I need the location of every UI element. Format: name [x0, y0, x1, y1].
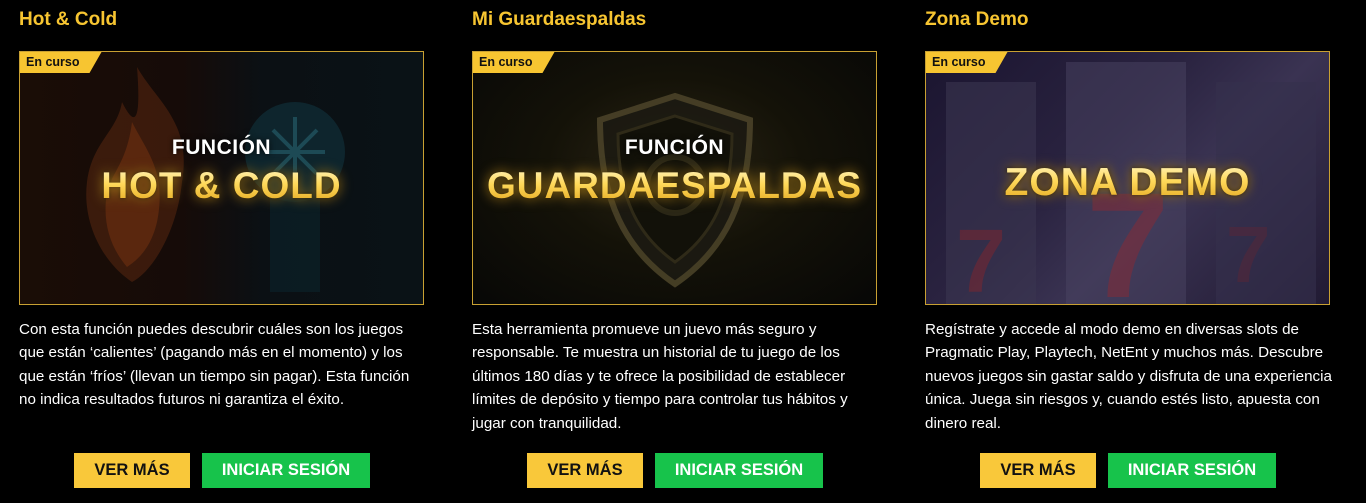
promo-banner[interactable]: 7 7 7 En curso ZONA DEMO [925, 51, 1330, 305]
promo-card-guardaespaldas: Mi Guardaespaldas En curso FUNCIÓN GUARD… [472, 0, 877, 503]
banner-title: ZONA DEMO [926, 161, 1329, 205]
iniciar-sesion-button[interactable]: INICIAR SESIÓN [202, 453, 370, 488]
banner-subtitle: FUNCIÓN [624, 136, 725, 159]
promo-banner[interactable]: En curso FUNCIÓN HOT & COLD [19, 51, 424, 305]
promo-banner[interactable]: En curso FUNCIÓN GUARDAESPALDAS [472, 51, 877, 305]
promo-card-hot-cold: Hot & Cold En curso FUNCIÓN HOT & COLD C… [19, 0, 424, 503]
card-description: Regístrate y accede al modo demo en dive… [925, 321, 1332, 432]
banner-title: HOT & COLD [20, 165, 423, 207]
iniciar-sesion-button[interactable]: INICIAR SESIÓN [655, 453, 823, 488]
iniciar-sesion-button[interactable]: INICIAR SESIÓN [1108, 453, 1276, 488]
svg-text:7: 7 [956, 212, 1006, 305]
banner-title: GUARDAESPALDAS [473, 165, 876, 207]
card-description: Con esta función puedes descubrir cuáles… [19, 321, 410, 409]
card-title: Mi Guardaespaldas [472, 9, 647, 30]
ver-mas-button[interactable]: VER MÁS [980, 453, 1096, 488]
status-badge: En curso [20, 52, 102, 73]
promo-card-zona-demo: Zona Demo 7 7 7 En curso ZONA DEMO Regís… [925, 0, 1332, 503]
ver-mas-button[interactable]: VER MÁS [527, 453, 643, 488]
svg-text:7: 7 [1226, 210, 1271, 299]
card-description: Esta herramienta promueve un juevo más s… [472, 321, 848, 432]
status-badge: En curso [926, 52, 1008, 73]
status-badge: En curso [473, 52, 555, 73]
ver-mas-button[interactable]: VER MÁS [74, 453, 190, 488]
card-title: Hot & Cold [19, 9, 118, 30]
card-title: Zona Demo [925, 9, 1029, 30]
banner-subtitle: FUNCIÓN [171, 136, 272, 159]
